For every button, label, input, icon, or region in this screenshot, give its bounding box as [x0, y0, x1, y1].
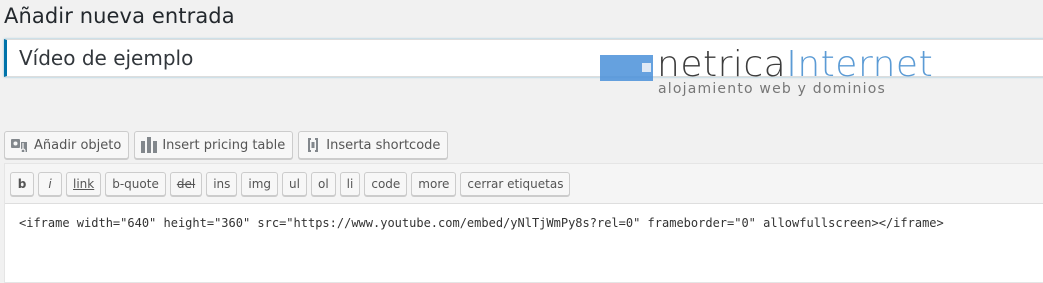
- insert-pricing-table-label: Insert pricing table: [162, 137, 286, 153]
- page-title: Añadir nueva entrada: [4, 4, 235, 28]
- quicktags-toolbar: b i link b-quote del ins img ul ol li co…: [5, 164, 1043, 204]
- quicktag-more-button[interactable]: more: [411, 172, 457, 196]
- post-title-input[interactable]: Vídeo de ejemplo: [19, 46, 193, 70]
- quicktag-ul-button[interactable]: ul: [282, 172, 307, 196]
- insert-shortcode-button[interactable]: Inserta shortcode: [298, 131, 449, 159]
- quicktag-li-button[interactable]: li: [339, 172, 361, 196]
- quicktag-bold-button[interactable]: b: [10, 172, 34, 196]
- media-icon: [11, 137, 29, 153]
- content-textarea[interactable]: <iframe width="640" height="360" src="ht…: [5, 204, 1043, 282]
- watermark-brand-part2: Internet: [786, 44, 934, 85]
- netrica-watermark: netricaInternet alojamiento web y domini…: [600, 45, 940, 107]
- quicktag-code-button[interactable]: code: [364, 172, 408, 196]
- quicktag-blockquote-button[interactable]: b-quote: [105, 172, 166, 196]
- insert-pricing-table-button[interactable]: Insert pricing table: [134, 131, 294, 159]
- quicktag-ol-button[interactable]: ol: [310, 172, 336, 196]
- quicktag-ins-button[interactable]: ins: [206, 172, 238, 196]
- content-code: <iframe width="640" height="360" src="ht…: [19, 216, 944, 230]
- watermark-brand: netricaInternet: [657, 45, 933, 85]
- insert-shortcode-label: Inserta shortcode: [326, 137, 441, 153]
- text-editor: b i link b-quote del ins img ul ol li co…: [4, 163, 1043, 283]
- quicktag-img-button[interactable]: img: [241, 172, 279, 196]
- quicktag-close-tags-button[interactable]: cerrar etiquetas: [460, 172, 571, 196]
- watermark-brand-part1: netrica: [657, 44, 787, 85]
- pricing-table-icon: [141, 137, 158, 153]
- add-media-label: Añadir objeto: [34, 137, 122, 153]
- shortcode-icon: [305, 137, 321, 153]
- quicktag-link-button[interactable]: link: [66, 172, 102, 196]
- watermark-logo-dot: [642, 63, 651, 72]
- quicktag-del-button[interactable]: del: [169, 172, 203, 196]
- quicktag-italic-button[interactable]: i: [38, 172, 62, 196]
- add-media-button[interactable]: Añadir objeto: [4, 131, 130, 159]
- watermark-tagline: alojamiento web y dominios: [658, 81, 886, 97]
- media-buttons-bar: Añadir objeto Insert pricing table Inser…: [4, 131, 449, 159]
